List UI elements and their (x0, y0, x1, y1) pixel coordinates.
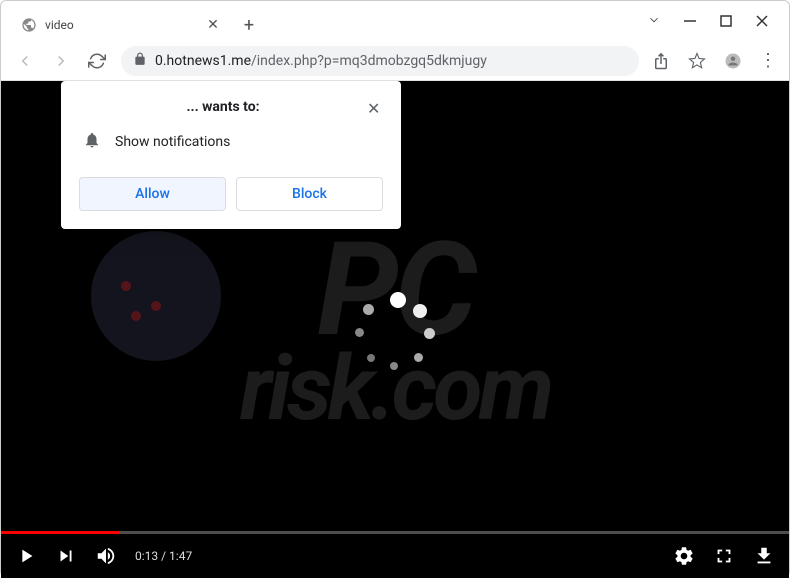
window-controls (637, 1, 789, 41)
chevron-down-icon[interactable] (647, 12, 661, 31)
profile-icon[interactable] (723, 51, 743, 71)
close-tab-icon[interactable]: ✕ (205, 17, 221, 33)
fullscreen-icon[interactable] (713, 545, 735, 567)
close-window-button[interactable] (755, 14, 769, 28)
lock-icon (133, 52, 147, 70)
permission-title: ... wants to: (79, 99, 367, 115)
star-icon[interactable] (687, 51, 707, 71)
download-icon[interactable] (753, 545, 775, 567)
menu-icon[interactable]: ⋮ (759, 50, 777, 71)
new-tab-button[interactable]: + (235, 11, 263, 39)
toolbar-right-icons: ⋮ (651, 50, 777, 71)
browser-tab[interactable]: video ✕ (11, 9, 231, 41)
address-bar[interactable]: 0.hotnews1.me/index.php?p=mq3dmobzgq5dkm… (121, 46, 639, 76)
settings-icon[interactable] (673, 545, 695, 567)
reload-button[interactable] (85, 49, 109, 73)
volume-button[interactable] (95, 545, 117, 567)
page-content: PCrisk.com ... wants to: ✕ Show notifica… (1, 81, 789, 578)
notification-permission-dialog: ... wants to: ✕ Show notifications Allow… (61, 81, 401, 229)
tab-strip: video ✕ + (1, 1, 637, 41)
block-button[interactable]: Block (236, 177, 383, 211)
video-time-display: 0:13 / 1:47 (135, 549, 192, 563)
tab-title: video (45, 18, 197, 32)
next-button[interactable] (55, 545, 77, 567)
back-button[interactable] (13, 49, 37, 73)
bell-icon (83, 131, 101, 153)
maximize-button[interactable] (719, 14, 733, 28)
minimize-button[interactable] (683, 14, 697, 28)
browser-toolbar: 0.hotnews1.me/index.php?p=mq3dmobzgq5dkm… (1, 41, 789, 81)
globe-icon (21, 17, 37, 33)
video-controls: 0:13 / 1:47 (1, 534, 789, 578)
loading-spinner-icon (355, 290, 435, 370)
permission-message: Show notifications (115, 134, 230, 150)
title-bar: video ✕ + (1, 1, 789, 41)
close-dialog-icon[interactable]: ✕ (367, 99, 383, 115)
forward-button[interactable] (49, 49, 73, 73)
allow-button[interactable]: Allow (79, 177, 226, 211)
play-button[interactable] (15, 545, 37, 567)
url-text: 0.hotnews1.me/index.php?p=mq3dmobzgq5dkm… (155, 53, 487, 69)
watermark-circle (91, 231, 221, 361)
share-icon[interactable] (651, 51, 671, 71)
